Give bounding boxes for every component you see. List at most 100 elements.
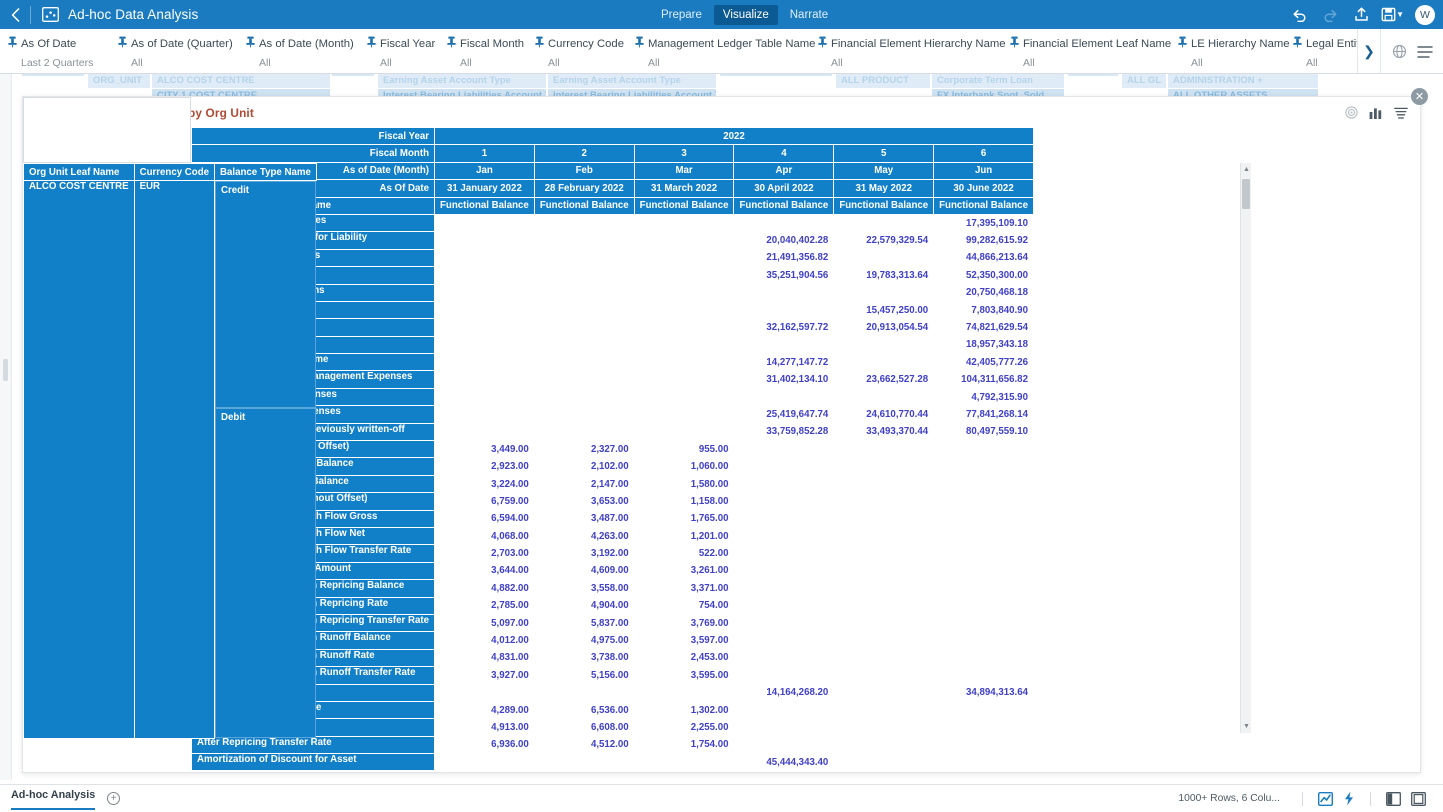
data-cell[interactable] xyxy=(634,301,734,318)
row-dimension-header[interactable]: Currency Code xyxy=(134,164,214,181)
data-cell[interactable]: 25,419,647.74 xyxy=(734,406,834,423)
table-row[interactable]: Accumulated Interest Cash Flow Gross6,59… xyxy=(192,510,1034,527)
column-header-cell[interactable]: May xyxy=(834,162,934,179)
data-cell[interactable] xyxy=(934,649,1034,666)
panel-menu-icon[interactable] xyxy=(1394,107,1408,119)
data-cell[interactable]: 6,759.00 xyxy=(435,493,535,510)
data-cell[interactable] xyxy=(834,336,934,353)
data-cell[interactable]: 4,289.00 xyxy=(435,701,535,718)
data-cell[interactable] xyxy=(734,719,834,736)
table-row[interactable]: Adjusted Current Position Repricing Bala… xyxy=(192,580,1034,597)
data-cell[interactable] xyxy=(834,388,934,405)
data-cell[interactable]: 4,263.00 xyxy=(534,527,634,544)
column-header-cell[interactable]: 2 xyxy=(534,145,634,162)
column-header-cell[interactable]: Mar xyxy=(634,162,734,179)
data-cell[interactable] xyxy=(534,267,634,284)
data-cell[interactable] xyxy=(534,684,634,701)
table-row[interactable]: Commission on Collections20,750,468.18 xyxy=(192,284,1034,301)
data-cell[interactable] xyxy=(634,354,734,371)
data-cell[interactable]: 3,927.00 xyxy=(435,667,535,684)
data-cell[interactable]: 1,765.00 xyxy=(634,510,734,527)
data-cell[interactable]: 20,913,054.54 xyxy=(834,319,934,336)
back-button[interactable] xyxy=(0,0,30,29)
data-cell[interactable]: 7,803,840.90 xyxy=(934,301,1034,318)
data-cell[interactable] xyxy=(634,336,734,353)
data-cell[interactable] xyxy=(534,423,634,440)
table-row[interactable]: Credit for Float15,457,250.007,803,840.9… xyxy=(192,301,1034,318)
data-cell[interactable] xyxy=(634,388,734,405)
data-cell[interactable] xyxy=(534,754,634,771)
data-cell[interactable] xyxy=(734,701,834,718)
data-cell[interactable] xyxy=(734,667,834,684)
table-row[interactable]: Adjusted Current Position Repricing Rate… xyxy=(192,597,1034,614)
data-cell[interactable]: 3,371.00 xyxy=(634,580,734,597)
data-cell[interactable]: 44,866,213.64 xyxy=(934,249,1034,266)
data-cell[interactable] xyxy=(834,632,934,649)
data-cell[interactable] xyxy=(834,284,934,301)
filter-chip[interactable]: As of Date (Month)All xyxy=(238,29,359,74)
tab-visualize[interactable]: Visualize xyxy=(714,5,778,25)
data-cell[interactable] xyxy=(534,232,634,249)
data-cell[interactable] xyxy=(734,649,834,666)
data-cell[interactable] xyxy=(634,214,734,231)
data-cell[interactable]: 52,350,300.00 xyxy=(934,267,1034,284)
pivot-vertical-scrollbar[interactable]: ▲ ▼ xyxy=(1240,163,1251,733)
data-cell[interactable] xyxy=(934,545,1034,562)
table-row[interactable]: Amortization of Premium for Liability20,… xyxy=(192,232,1034,249)
filter-more-button[interactable]: ❯ xyxy=(1357,29,1381,74)
data-cell[interactable]: 14,277,147.72 xyxy=(734,354,834,371)
filter-chip[interactable]: LE Hierarchy NameAll xyxy=(1170,29,1285,74)
data-cell[interactable]: 1,302.00 xyxy=(634,701,734,718)
data-cell[interactable] xyxy=(734,284,834,301)
table-row[interactable]: Accrued Interest (Without Offset)3,449.0… xyxy=(192,441,1034,458)
data-cell[interactable]: 34,894,313.64 xyxy=(934,684,1034,701)
data-cell[interactable] xyxy=(934,701,1034,718)
column-header-cell[interactable]: Jun xyxy=(934,162,1034,179)
row-dimension-currency-code[interactable]: EUR xyxy=(134,181,214,738)
column-header-cell[interactable]: 30 April 2022 xyxy=(734,180,834,197)
table-row[interactable]: After Repricing Gross Rate4,289.006,536.… xyxy=(192,701,1034,718)
column-header-cell[interactable]: Functional Balance xyxy=(634,197,734,214)
filter-chip[interactable]: Fiscal MonthAll xyxy=(439,29,527,74)
data-cell[interactable]: 5,837.00 xyxy=(534,614,634,631)
data-cell[interactable] xyxy=(435,754,535,771)
data-cell[interactable] xyxy=(934,475,1034,492)
column-header-cell[interactable]: 2022 xyxy=(435,128,1034,145)
column-header-cell[interactable]: Apr xyxy=(734,162,834,179)
data-cell[interactable]: 80,497,559.10 xyxy=(934,423,1034,440)
data-cell[interactable] xyxy=(834,667,934,684)
data-cell[interactable]: 3,597.00 xyxy=(634,632,734,649)
data-cell[interactable]: 2,923.00 xyxy=(435,458,535,475)
data-cell[interactable]: 3,261.00 xyxy=(634,562,734,579)
table-row[interactable]: Amortization of Discount for Asset45,444… xyxy=(192,754,1034,771)
data-cell[interactable] xyxy=(734,458,834,475)
data-cell[interactable] xyxy=(934,667,1034,684)
column-header-cell[interactable]: Functional Balance xyxy=(534,197,634,214)
filter-chip[interactable]: Management Ledger Table NameAll xyxy=(627,29,810,74)
filter-chip[interactable]: Fiscal YearAll xyxy=(359,29,439,74)
tab-narrate[interactable]: Narrate xyxy=(781,5,837,25)
data-cell[interactable] xyxy=(734,597,834,614)
data-cell[interactable] xyxy=(534,336,634,353)
data-cell[interactable] xyxy=(734,736,834,753)
table-row[interactable]: Accrued Interest Net (Without Offset)6,7… xyxy=(192,493,1034,510)
column-header-cell[interactable]: 31 March 2022 xyxy=(634,180,734,197)
row-dimension-balance-type[interactable]: Credit xyxy=(215,181,316,407)
column-header-cell[interactable]: Functional Balance xyxy=(435,197,535,214)
row-header-leaf-name[interactable]: Amortization of Discount for Asset xyxy=(192,754,435,771)
data-cell[interactable]: 33,759,852.28 xyxy=(734,423,834,440)
data-cell[interactable] xyxy=(435,319,535,336)
data-cell[interactable] xyxy=(734,475,834,492)
data-cell[interactable]: 1,158.00 xyxy=(634,493,734,510)
data-cell[interactable] xyxy=(934,614,1034,631)
column-header-cell[interactable]: 6 xyxy=(934,145,1034,162)
data-cell[interactable]: 3,769.00 xyxy=(634,614,734,631)
data-cell[interactable] xyxy=(534,406,634,423)
data-cell[interactable] xyxy=(435,406,535,423)
data-cell[interactable] xyxy=(534,249,634,266)
data-cell[interactable] xyxy=(734,441,834,458)
table-row[interactable]: Charge for Basis Risk35,251,904.5619,783… xyxy=(192,267,1034,284)
column-header-cell[interactable]: 3 xyxy=(634,145,734,162)
data-cell[interactable] xyxy=(435,232,535,249)
data-cell[interactable]: 17,395,109.10 xyxy=(934,214,1034,231)
